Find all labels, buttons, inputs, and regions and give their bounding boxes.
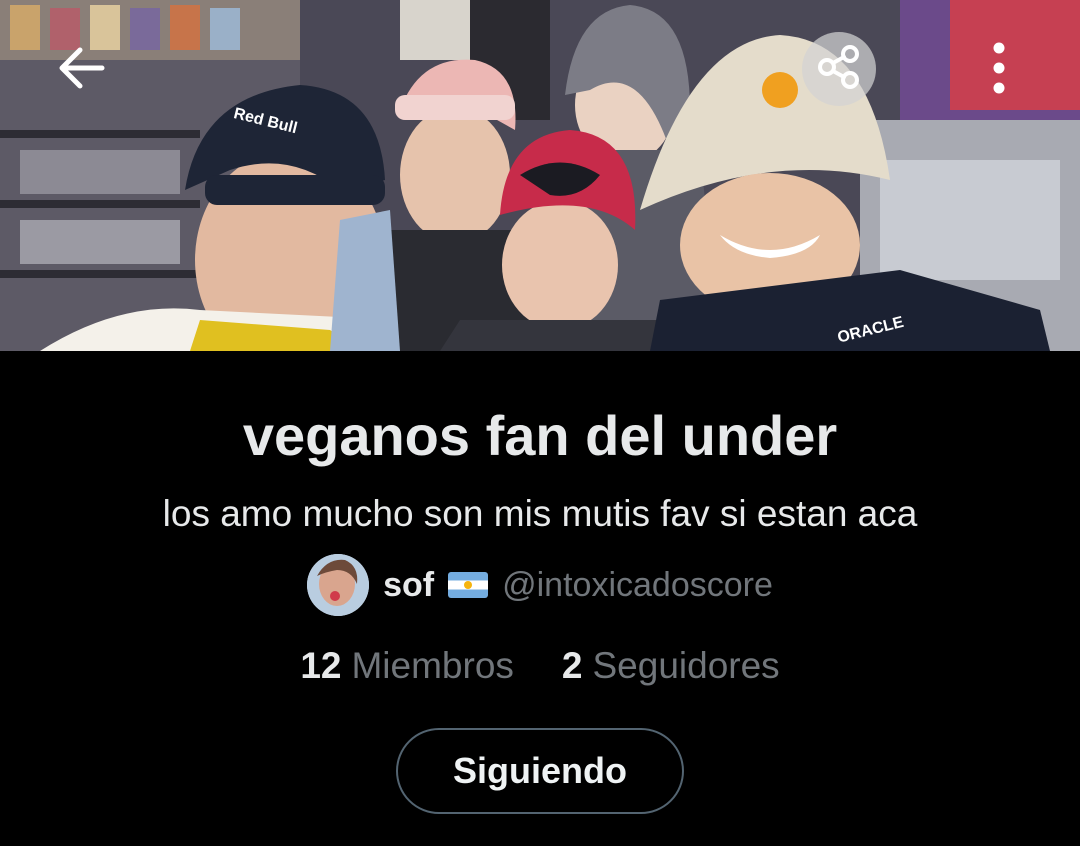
more-vertical-icon	[992, 40, 1006, 101]
share-button[interactable]	[802, 32, 876, 106]
followers-count: 2	[561, 645, 583, 686]
share-icon	[816, 44, 862, 95]
community-info: veganos fan del under los amo mucho son …	[0, 351, 1080, 846]
banner-illustration: Red Bull ORACLE	[0, 0, 1080, 351]
members-count: 12	[300, 645, 342, 686]
community-owner[interactable]: sof @intoxicadoscore	[0, 554, 1080, 616]
back-button[interactable]	[44, 34, 116, 106]
members-label: Miembros	[351, 645, 514, 686]
community-banner-photo: Red Bull ORACLE	[0, 0, 1080, 351]
more-options-button[interactable]	[966, 34, 1032, 106]
avatar[interactable]	[307, 554, 370, 616]
owner-name[interactable]: sof	[383, 566, 434, 605]
arrow-left-icon	[52, 44, 108, 97]
following-button[interactable]: Siguiendo	[396, 728, 684, 814]
community-stats: 12 Miembros 2 Seguidores	[0, 645, 1080, 687]
followers-label: Seguidores	[592, 645, 780, 686]
owner-handle[interactable]: @intoxicadoscore	[502, 566, 773, 605]
community-title: veganos fan del under	[242, 404, 838, 467]
argentina-flag-icon	[448, 572, 489, 598]
followers-stat[interactable]: 2 Seguidores	[562, 645, 780, 687]
members-stat[interactable]: 12 Miembros	[300, 645, 514, 687]
community-description: los amo mucho son mis mutis fav si estan…	[162, 493, 918, 534]
